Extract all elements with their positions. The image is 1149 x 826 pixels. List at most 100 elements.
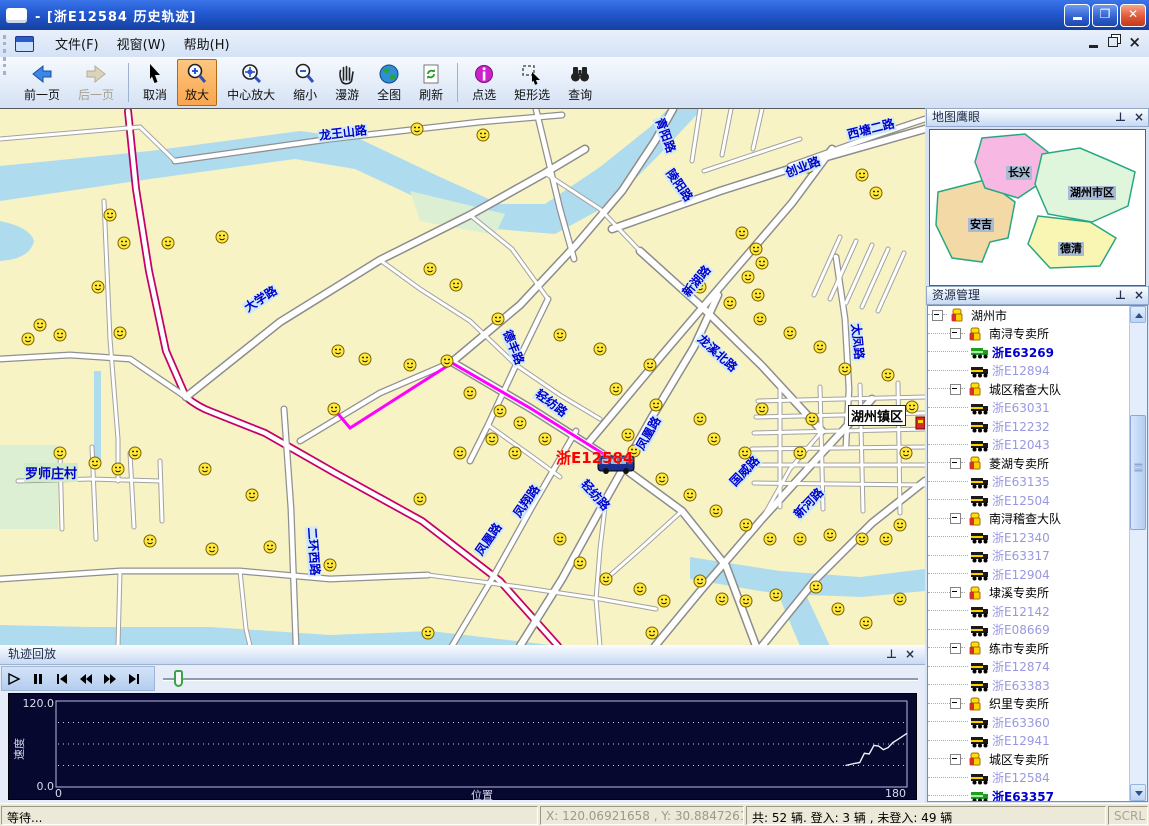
tree-vehicle-item[interactable]: 浙E12584 (928, 769, 1132, 788)
menu-file[interactable]: 文件(F) (46, 30, 108, 57)
track-point-smiley[interactable] (860, 617, 872, 629)
toolbar-button-point-select-info[interactable]: 点选 (464, 59, 504, 106)
track-point-smiley[interactable] (411, 123, 423, 135)
track-point-smiley[interactable] (454, 447, 466, 459)
toolbar-button-query-binoculars[interactable]: 查询 (560, 59, 600, 106)
tree-vehicle-item[interactable]: 浙E63135 (928, 473, 1132, 492)
tree-group-item[interactable]: 织里专卖所 (928, 695, 1132, 714)
track-point-smiley[interactable] (54, 447, 66, 459)
track-point-smiley[interactable] (752, 289, 764, 301)
toolbar-button-zoom-out[interactable]: 缩小 (285, 59, 325, 106)
track-point-smiley[interactable] (464, 387, 476, 399)
track-point-smiley[interactable] (89, 457, 101, 469)
mdi-restore-icon[interactable] (1108, 37, 1118, 47)
tree-collapse-toggle[interactable] (950, 754, 961, 765)
track-point-smiley[interactable] (114, 327, 126, 339)
track-point-smiley[interactable] (554, 329, 566, 341)
track-point-smiley[interactable] (794, 447, 806, 459)
track-point-smiley[interactable] (716, 593, 728, 605)
app-icon[interactable] (6, 8, 27, 23)
track-point-smiley[interactable] (736, 227, 748, 239)
tree-group-item[interactable]: 菱湖专卖所 (928, 454, 1132, 473)
overview-close-icon[interactable]: × (1134, 111, 1144, 124)
track-point-smiley[interactable] (634, 583, 646, 595)
tree-group-item[interactable]: 城区专卖所 (928, 750, 1132, 769)
track-point-smiley[interactable] (708, 433, 720, 445)
tree-vehicle-item[interactable]: 浙E12043 (928, 436, 1132, 455)
track-point-smiley[interactable] (422, 627, 434, 639)
track-point-smiley[interactable] (332, 345, 344, 357)
tree-vehicle-item[interactable]: 浙E12874 (928, 658, 1132, 677)
tree-group-item[interactable]: 南浔专卖所 (928, 325, 1132, 344)
track-point-smiley[interactable] (477, 129, 489, 141)
track-point-smiley[interactable] (750, 243, 762, 255)
minimize-button[interactable] (1064, 4, 1090, 27)
track-point-smiley[interactable] (509, 447, 521, 459)
track-point-smiley[interactable] (880, 533, 892, 545)
track-point-smiley[interactable] (328, 403, 340, 415)
scroll-down-button[interactable] (1130, 784, 1146, 801)
toolbar-button-zoom-in[interactable]: 放大 (177, 59, 217, 106)
toolbar-button-prev-page[interactable]: 前一页 (16, 59, 68, 106)
playback-rewind-button[interactable] (74, 668, 98, 689)
tree-vehicle-item[interactable]: 浙E63269 (928, 343, 1132, 362)
track-point-smiley[interactable] (199, 463, 211, 475)
track-point-smiley[interactable] (794, 533, 806, 545)
track-point-smiley[interactable] (514, 417, 526, 429)
tree-vehicle-item[interactable]: 浙E63357 (928, 787, 1132, 802)
tree-group-item[interactable]: 埭溪专卖所 (928, 584, 1132, 603)
track-point-smiley[interactable] (784, 327, 796, 339)
close-button[interactable]: ✕ (1120, 4, 1146, 27)
track-point-smiley[interactable] (742, 271, 754, 283)
track-point-smiley[interactable] (622, 429, 634, 441)
playback-step-back-button[interactable] (50, 668, 74, 689)
track-point-smiley[interactable] (414, 493, 426, 505)
tree-collapse-toggle[interactable] (950, 384, 961, 395)
menu-window[interactable]: 视窗(W) (108, 30, 175, 57)
track-point-smiley[interactable] (539, 433, 551, 445)
tree-collapse-toggle[interactable] (950, 458, 961, 469)
track-point-smiley[interactable] (104, 209, 116, 221)
tree-vehicle-item[interactable]: 浙E63317 (928, 547, 1132, 566)
track-point-smiley[interactable] (870, 187, 882, 199)
track-point-smiley[interactable] (610, 383, 622, 395)
track-point-smiley[interactable] (754, 313, 766, 325)
track-point-smiley[interactable] (694, 575, 706, 587)
track-point-smiley[interactable] (34, 319, 46, 331)
toolbar-grip[interactable] (3, 57, 10, 75)
tree-collapse-toggle[interactable] (950, 643, 961, 654)
tree-vehicle-item[interactable]: 浙E12941 (928, 732, 1132, 751)
playback-slider-thumb[interactable] (174, 670, 183, 687)
toolbar-button-pan-hand[interactable]: 漫游 (327, 59, 367, 106)
track-point-smiley[interactable] (206, 543, 218, 555)
overview-map[interactable]: 长兴湖州市区安吉德清 (929, 129, 1146, 286)
track-point-smiley[interactable] (894, 519, 906, 531)
tree-vehicle-item[interactable]: 浙E12232 (928, 417, 1132, 436)
map-viewport[interactable]: 龙王山路西塘二路创业路青阳路陵阳路大学路新湖路德丰路龙溪北路轻纺路轻纺路凤凰路凤… (0, 108, 925, 646)
tree-collapse-toggle[interactable] (950, 513, 961, 524)
track-point-smiley[interactable] (684, 489, 696, 501)
tree-collapse-toggle[interactable] (932, 310, 943, 321)
track-point-smiley[interactable] (359, 353, 371, 365)
track-point-smiley[interactable] (882, 369, 894, 381)
track-point-smiley[interactable] (644, 359, 656, 371)
scroll-up-button[interactable] (1130, 306, 1146, 323)
track-point-smiley[interactable] (650, 399, 662, 411)
tree-group-item[interactable]: 湖州市 (928, 306, 1132, 325)
track-point-smiley[interactable] (162, 237, 174, 249)
track-point-smiley[interactable] (600, 573, 612, 585)
track-point-smiley[interactable] (22, 333, 34, 345)
track-point-smiley[interactable] (856, 169, 868, 181)
playback-play-button[interactable] (2, 668, 26, 689)
track-point-smiley[interactable] (424, 263, 436, 275)
track-point-smiley[interactable] (112, 463, 124, 475)
tree-collapse-toggle[interactable] (950, 328, 961, 339)
menubar-grip[interactable] (3, 35, 10, 53)
track-point-smiley[interactable] (92, 281, 104, 293)
tree-vehicle-item[interactable]: 浙E63360 (928, 713, 1132, 732)
track-point-smiley[interactable] (824, 529, 836, 541)
track-point-smiley[interactable] (450, 279, 462, 291)
tree-collapse-toggle[interactable] (950, 698, 961, 709)
track-point-smiley[interactable] (656, 473, 668, 485)
map-canvas[interactable] (0, 109, 925, 646)
